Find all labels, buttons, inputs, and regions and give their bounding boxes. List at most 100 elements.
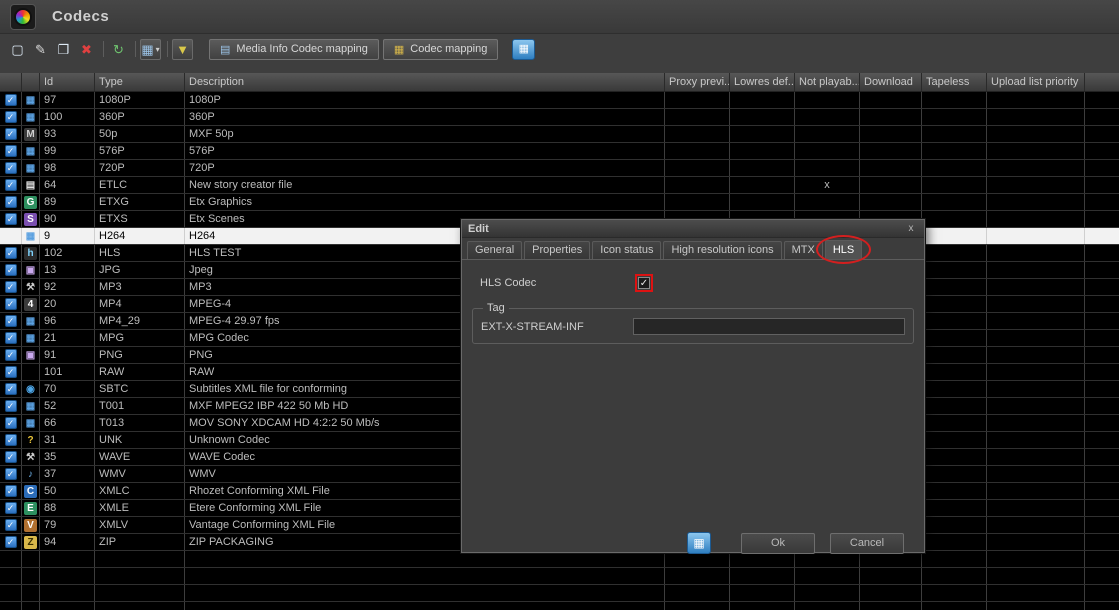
video-grid-icon: ▦: [24, 417, 37, 430]
titlebar: Codecs: [0, 0, 1119, 34]
dialog-titlebar[interactable]: Edit x: [462, 220, 924, 238]
row-checkbox[interactable]: ✓: [5, 315, 17, 327]
refresh-icon[interactable]: ↻: [108, 39, 129, 60]
cell-filler: [1085, 313, 1119, 329]
close-icon[interactable]: x: [904, 223, 918, 234]
video-grid-icon: ▦: [24, 94, 37, 107]
row-icon-cell: ◉: [22, 381, 40, 397]
cell-id: 97: [40, 92, 95, 108]
cell-download: [860, 177, 922, 193]
edit-icon[interactable]: ✎: [30, 39, 51, 60]
row-checkbox[interactable]: ✓: [5, 94, 17, 106]
header-lowres-def[interactable]: Lowres def...: [730, 73, 795, 91]
row-checkbox[interactable]: ✓: [5, 332, 17, 344]
cell-tapeless: [922, 432, 987, 448]
row-checkbox[interactable]: ✓: [5, 417, 17, 429]
row-checkbox[interactable]: ✓: [5, 111, 17, 123]
cell-type: XMLE: [95, 500, 185, 516]
cell-filler: [1085, 92, 1119, 108]
header-id[interactable]: Id: [40, 73, 95, 91]
tab-mtx[interactable]: MTX: [784, 241, 823, 259]
table-row[interactable]: ✓G89ETXGEtx Graphics: [0, 194, 1119, 211]
row-checkbox[interactable]: ✓: [5, 366, 17, 378]
header-upload-list-priority[interactable]: Upload list priority: [987, 73, 1085, 91]
copy-icon[interactable]: ❐: [53, 39, 74, 60]
header-proxy-previ[interactable]: Proxy previ...: [665, 73, 730, 91]
row-checkbox[interactable]: ✓: [5, 434, 17, 446]
table-row[interactable]: ✓▦100360P360P: [0, 109, 1119, 126]
row-checkbox[interactable]: ✓: [5, 128, 17, 140]
row-checkbox[interactable]: ✓: [5, 502, 17, 514]
row-checkbox[interactable]: ✓: [5, 468, 17, 480]
row-select-cell: ✓: [0, 483, 22, 499]
cell-filler: [1085, 534, 1119, 550]
row-checkbox[interactable]: ✓: [5, 349, 17, 361]
ext-x-stream-inf-input[interactable]: [633, 318, 905, 335]
ok-button[interactable]: Ok: [741, 533, 815, 554]
table-row[interactable]: ✓▦971080P1080P: [0, 92, 1119, 109]
cell-proxy-preview: [665, 194, 730, 210]
table-row[interactable]: ✓▦99576P576P: [0, 143, 1119, 160]
empty-cell: [95, 602, 185, 610]
cell-tapeless: [922, 313, 987, 329]
table-row[interactable]: ✓▤64ETLCNew story creator filex: [0, 177, 1119, 194]
cell-id: 92: [40, 279, 95, 295]
grid-view-icon[interactable]: ▦▾: [140, 39, 161, 60]
empty-cell: [22, 568, 40, 584]
row-checkbox[interactable]: ✓: [5, 485, 17, 497]
cell-lowres-default: [730, 143, 795, 159]
cell-filler: [1085, 262, 1119, 278]
row-checkbox[interactable]: ✓: [5, 400, 17, 412]
delete-icon[interactable]: ✖: [76, 39, 97, 60]
row-checkbox[interactable]: ✓: [5, 179, 17, 191]
row-checkbox[interactable]: ✓: [5, 213, 17, 225]
cell-filler: [1085, 211, 1119, 227]
table-row[interactable]: ✓▦98720P720P: [0, 160, 1119, 177]
row-checkbox[interactable]: ✓: [5, 162, 17, 174]
table-row[interactable]: ✓M9350pMXF 50p: [0, 126, 1119, 143]
keyboard-icon[interactable]: ▦: [687, 532, 711, 554]
keyboard-icon[interactable]: ▦: [512, 39, 535, 60]
empty-cell: [922, 551, 987, 567]
audio-icon: ♪: [24, 468, 37, 481]
tab-icon-status[interactable]: Icon status: [592, 241, 661, 259]
codec-mapping-button[interactable]: ▦Codec mapping: [383, 39, 498, 60]
new-document-icon[interactable]: ▢: [7, 39, 28, 60]
cell-id: 66: [40, 415, 95, 431]
chevron-down-icon: ▾: [156, 45, 160, 54]
media-info-codec-mapping-button[interactable]: ▤Media Info Codec mapping: [209, 39, 379, 60]
cell-filler: [1085, 432, 1119, 448]
dialog-body: HLS Codec ✓ Tag EXT-X-STREAM-INF ▦ Ok Ca…: [462, 274, 924, 567]
row-checkbox[interactable]: ✓: [5, 519, 17, 531]
header-not-playab[interactable]: Not playab...: [795, 73, 860, 91]
header-description[interactable]: Description: [185, 73, 665, 91]
cell-tapeless: [922, 466, 987, 482]
row-checkbox[interactable]: ✓: [5, 145, 17, 157]
cell-upload-list-priority: [987, 177, 1085, 193]
tab-high-resolution-icons[interactable]: High resolution icons: [663, 241, 781, 259]
tab-general[interactable]: General: [467, 241, 522, 259]
row-icon-cell: ⚒: [22, 279, 40, 295]
row-icon-cell: ♪: [22, 466, 40, 482]
cancel-button[interactable]: Cancel: [830, 533, 904, 554]
header-tapeless[interactable]: Tapeless: [922, 73, 987, 91]
header-type[interactable]: Type: [95, 73, 185, 91]
hls-codec-checkbox[interactable]: ✓: [638, 277, 650, 289]
cell-download: [860, 109, 922, 125]
row-icon-cell: ▦: [22, 228, 40, 244]
row-checkbox[interactable]: ✓: [5, 298, 17, 310]
tab-hls[interactable]: HLS: [825, 240, 862, 259]
cell-filler: [1085, 500, 1119, 516]
row-checkbox[interactable]: ✓: [5, 247, 17, 259]
row-checkbox[interactable]: ✓: [5, 451, 17, 463]
header-download[interactable]: Download: [860, 73, 922, 91]
row-checkbox[interactable]: ✓: [5, 196, 17, 208]
filter-icon[interactable]: ▼: [172, 39, 193, 60]
row-checkbox[interactable]: ✓: [5, 264, 17, 276]
cell-type: 1080P: [95, 92, 185, 108]
row-checkbox[interactable]: ✓: [5, 281, 17, 293]
row-checkbox[interactable]: ✓: [5, 383, 17, 395]
tab-properties[interactable]: Properties: [524, 241, 590, 259]
cell-download: [860, 143, 922, 159]
row-checkbox[interactable]: ✓: [5, 536, 17, 548]
